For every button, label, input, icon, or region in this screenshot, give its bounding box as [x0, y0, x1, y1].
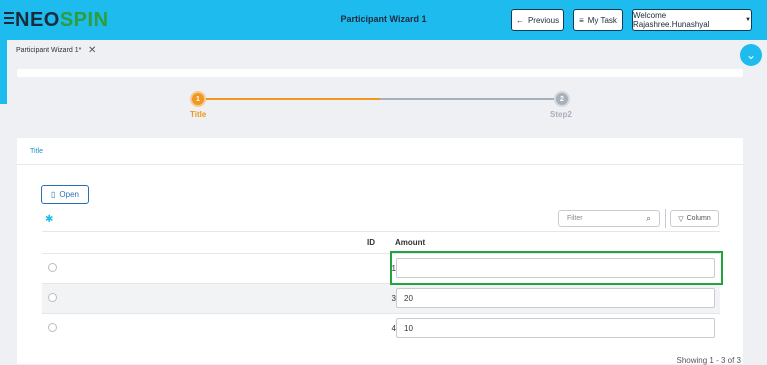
side-helper-tab[interactable]	[0, 40, 7, 104]
divider	[42, 231, 720, 232]
row-select-radio[interactable]	[48, 323, 57, 332]
close-icon[interactable]: ✕	[88, 45, 96, 56]
column-header-amount[interactable]: Amount	[395, 238, 425, 247]
step-remaining-line	[380, 98, 554, 100]
panel-title: Title	[30, 148, 43, 155]
document-icon: ▯	[51, 190, 56, 199]
list-icon: ≡	[579, 15, 584, 25]
row-id: 3	[391, 294, 396, 303]
column-label: Column	[686, 215, 711, 222]
top-bar: NEOSPIN Participant Wizard 1 ← Previous …	[0, 0, 767, 40]
open-label: Open	[59, 190, 79, 199]
my-task-button[interactable]: ≡ My Task	[573, 9, 623, 31]
column-button[interactable]: ▽ Column	[670, 210, 719, 227]
amount-input[interactable]: 20	[396, 288, 715, 308]
info-strip	[17, 69, 743, 77]
user-menu-button[interactable]: Welcome Rajashree.Hunashyal ▼	[632, 9, 752, 31]
column-header-id[interactable]: ID	[367, 238, 375, 247]
chevron-down-icon[interactable]: ⌄	[740, 44, 762, 66]
step-2-label: Step2	[550, 110, 572, 119]
row-id: 4	[391, 324, 396, 333]
caret-down-icon: ▼	[745, 17, 751, 23]
table-row[interactable]: 3 20	[42, 283, 720, 313]
open-button[interactable]: ▯ Open	[41, 185, 89, 204]
filter-funnel-icon: ▽	[678, 215, 684, 223]
welcome-label: Welcome Rajashree.Hunashyal	[633, 11, 710, 29]
gear-icon[interactable]: ✱	[45, 214, 53, 225]
step-2-circle[interactable]: 2	[554, 91, 570, 107]
divider	[17, 164, 743, 165]
logo: NEOSPIN	[15, 9, 109, 32]
logo-part-2: SPIN	[59, 9, 109, 31]
row-select-radio[interactable]	[48, 263, 57, 272]
search-icon[interactable]: ⌕	[646, 210, 651, 227]
row-select-radio[interactable]	[48, 293, 57, 302]
highlight-box	[390, 251, 723, 285]
divider	[665, 209, 666, 228]
hamburger-menu-icon[interactable]	[4, 12, 14, 27]
filter-input[interactable]: Filter	[558, 210, 660, 227]
step-progress-line	[206, 98, 380, 100]
form-panel: Title ▯ Open ✱ Filter ⌕ ▽ Column ID Amou…	[17, 138, 743, 365]
logo-part-1: NEO	[15, 9, 60, 31]
step-1-label: Title	[190, 110, 207, 119]
amount-input[interactable]: 10	[396, 318, 715, 338]
row-id: 1	[391, 264, 396, 273]
arrow-left-icon: ←	[515, 15, 524, 25]
step-1-circle[interactable]: 1	[190, 91, 206, 107]
my-task-label: My Task	[587, 15, 617, 25]
previous-button[interactable]: ← Previous	[511, 9, 564, 31]
previous-label: Previous	[527, 15, 560, 25]
tab-participant-wizard[interactable]: Participant Wizard 1*	[16, 47, 81, 54]
table-row[interactable]: 4 10	[42, 313, 720, 343]
